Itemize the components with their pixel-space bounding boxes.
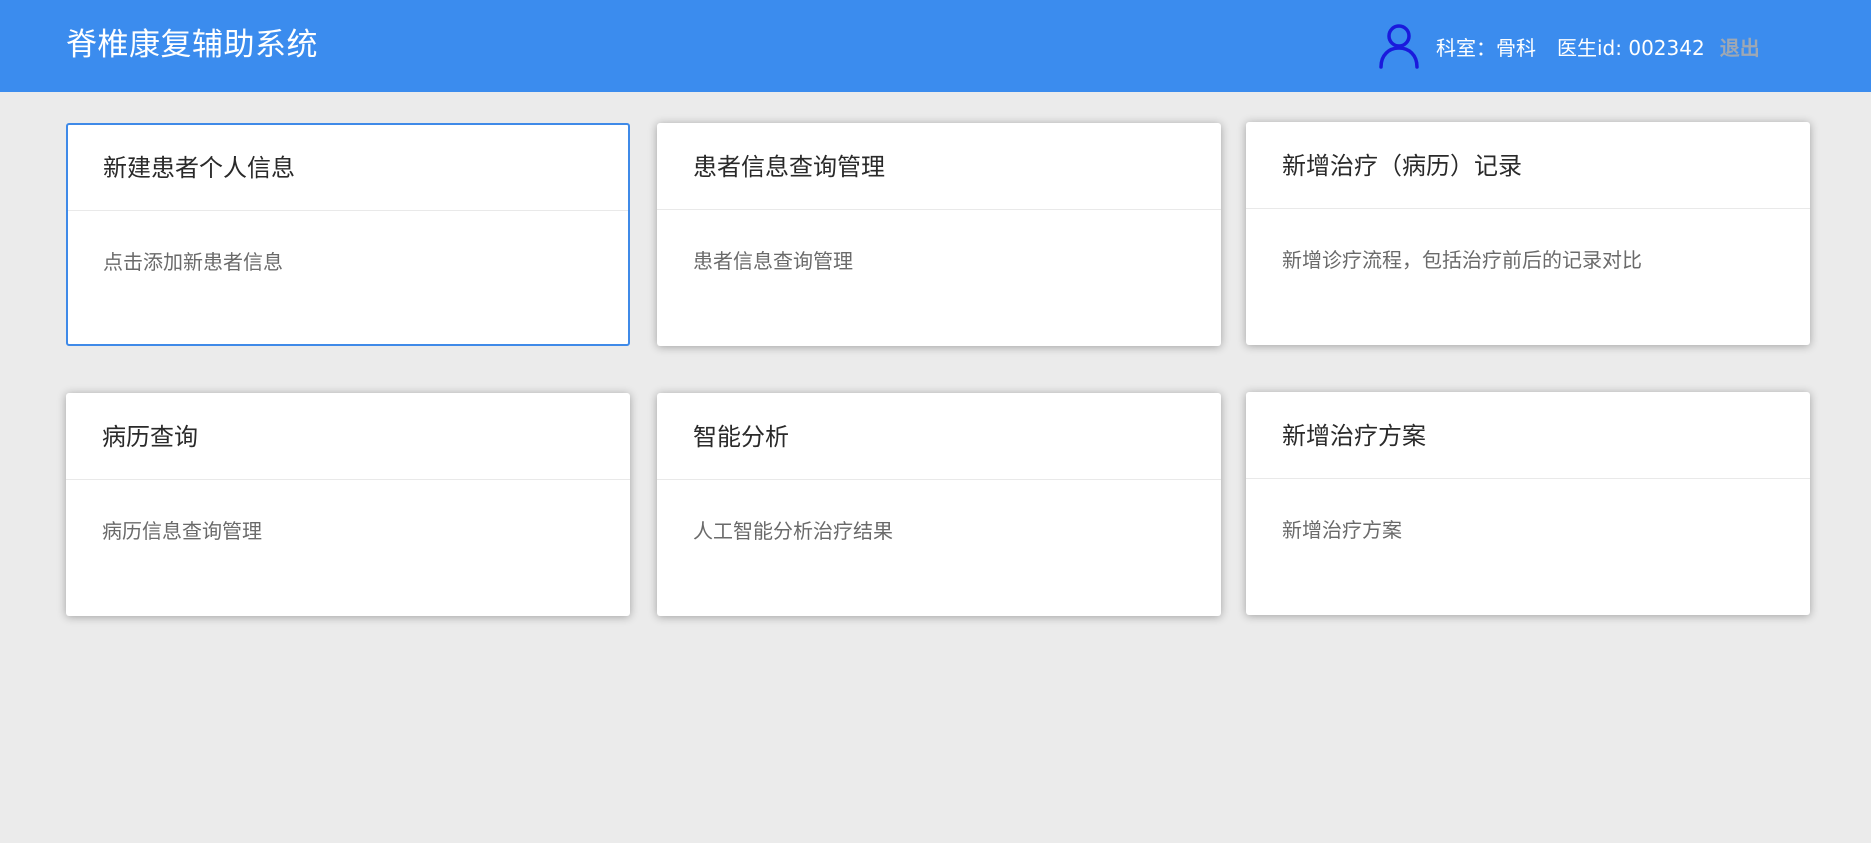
card-description: 新增治疗方案 bbox=[1282, 518, 1402, 542]
card-title: 智能分析 bbox=[693, 423, 789, 451]
card-header: 新增治疗方案 bbox=[1246, 392, 1810, 479]
app-title: 脊椎康复辅助系统 bbox=[66, 27, 318, 63]
card-header: 新建患者个人信息 bbox=[68, 125, 628, 211]
card-title: 新增治疗（病历）记录 bbox=[1282, 152, 1522, 180]
card-description: 点击添加新患者信息 bbox=[103, 250, 283, 274]
card-new-treatment-record[interactable]: 新增治疗（病历）记录 新增诊疗流程，包括治疗前后的记录对比 bbox=[1246, 122, 1810, 345]
card-title: 新建患者个人信息 bbox=[103, 154, 295, 182]
card-new-treatment-plan[interactable]: 新增治疗方案 新增治疗方案 bbox=[1246, 392, 1810, 615]
card-header: 智能分析 bbox=[657, 393, 1221, 480]
card-title: 新增治疗方案 bbox=[1282, 422, 1426, 450]
card-title: 患者信息查询管理 bbox=[693, 153, 885, 181]
card-header: 患者信息查询管理 bbox=[657, 123, 1221, 210]
user-info-area: 科室：骨科 医生id: 002342 退出 bbox=[1378, 14, 1760, 78]
card-description: 新增诊疗流程，包括治疗前后的记录对比 bbox=[1282, 248, 1642, 272]
card-patient-query[interactable]: 患者信息查询管理 患者信息查询管理 bbox=[657, 123, 1221, 346]
card-header: 病历查询 bbox=[66, 393, 630, 480]
card-record-query[interactable]: 病历查询 病历信息查询管理 bbox=[66, 393, 630, 616]
department-label: 科室：骨科 bbox=[1436, 35, 1536, 60]
doctor-id-label: 医生id: 002342 bbox=[1557, 35, 1705, 60]
card-title: 病历查询 bbox=[102, 423, 198, 451]
card-description: 人工智能分析治疗结果 bbox=[693, 519, 893, 543]
top-header-bar: 脊椎康复辅助系统 科室：骨科 医生id: 002342 退出 bbox=[0, 0, 1871, 92]
card-header: 新增治疗（病历）记录 bbox=[1246, 122, 1810, 209]
card-smart-analysis[interactable]: 智能分析 人工智能分析治疗结果 bbox=[657, 393, 1221, 616]
card-description: 患者信息查询管理 bbox=[693, 249, 853, 273]
card-new-patient[interactable]: 新建患者个人信息 点击添加新患者信息 bbox=[66, 123, 630, 346]
card-description: 病历信息查询管理 bbox=[102, 519, 262, 543]
user-icon bbox=[1379, 24, 1419, 69]
logout-button[interactable]: 退出 bbox=[1720, 32, 1760, 61]
